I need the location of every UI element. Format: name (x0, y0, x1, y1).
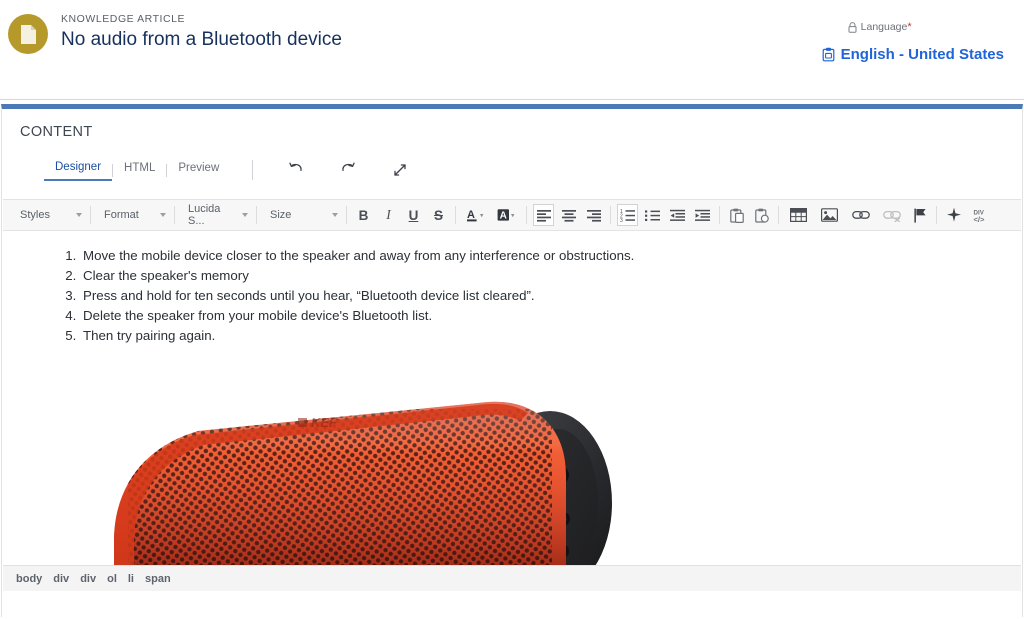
styles-select-label: Styles (20, 209, 50, 221)
styles-select[interactable]: Styles (11, 205, 86, 225)
clipboard-icon (822, 47, 835, 62)
font-family-select[interactable]: Lucida S... (179, 203, 252, 227)
toolbar-divider (719, 206, 720, 224)
list-item[interactable]: Then try pairing again. (80, 326, 1022, 346)
element-path-status-bar: body div div ol li span (3, 565, 1021, 591)
format-select[interactable]: Format (95, 205, 170, 225)
path-node-ol[interactable]: ol (107, 573, 117, 585)
insert-image-button[interactable] (816, 204, 843, 226)
path-node-li[interactable]: li (128, 573, 134, 585)
bulleted-list-button[interactable] (642, 204, 663, 226)
list-item[interactable]: Move the mobile device closer to the spe… (80, 246, 1022, 266)
lock-icon (848, 21, 857, 33)
format-select-label: Format (104, 209, 139, 221)
strikethrough-button[interactable]: S (428, 204, 449, 226)
list-item[interactable]: Press and hold for ten seconds until you… (80, 286, 1022, 306)
page-header: KNOWLEDGE ARTICLE No audio from a Blueto… (0, 0, 1024, 100)
remove-link-button (878, 204, 905, 226)
chevron-down-icon (242, 213, 248, 217)
language-label-text: Language (860, 21, 908, 33)
bold-button[interactable]: B (353, 204, 374, 226)
font-size-select-label: Size (270, 209, 292, 221)
path-node-body[interactable]: body (16, 573, 42, 585)
toolbar-divider (346, 206, 347, 224)
chevron-down-icon (160, 213, 166, 217)
toolbar-divider (936, 206, 937, 224)
toolbar-divider (526, 206, 527, 224)
language-value-text: English - United States (840, 46, 1004, 63)
toolbar-divider (455, 206, 456, 224)
align-center-button[interactable] (558, 204, 579, 226)
numbered-list-button[interactable]: 1 2 3 (617, 204, 638, 226)
list-item[interactable]: Delete the speaker from your mobile devi… (80, 306, 1022, 326)
tab-preview[interactable]: Preview (167, 161, 230, 180)
undo-icon[interactable] (279, 159, 313, 181)
paste-special-button[interactable] (751, 204, 772, 226)
align-left-button[interactable] (533, 204, 554, 226)
insert-table-button[interactable] (785, 204, 812, 226)
required-marker: * (907, 21, 912, 33)
language-field-label: Language * (822, 20, 1004, 34)
insert-link-button[interactable] (847, 204, 874, 226)
indent-button[interactable] (692, 204, 713, 226)
clean-formatting-icon[interactable] (943, 204, 964, 226)
toolbar-divider (90, 206, 91, 224)
italic-button[interactable]: I (378, 204, 399, 226)
list-item[interactable]: Clear the speaker's memory (80, 266, 1022, 286)
page-title: No audio from a Bluetooth device (61, 29, 342, 50)
svg-text:A: A (499, 210, 506, 221)
content-section-label: CONTENT (20, 124, 93, 140)
brand-text: KEF (311, 415, 338, 430)
bluetooth-speaker-image[interactable]: KEF (80, 391, 620, 591)
underline-button[interactable]: U (403, 204, 424, 226)
chevron-down-icon (76, 213, 82, 217)
svg-text:3: 3 (620, 218, 623, 222)
toolbar-divider (610, 206, 611, 224)
path-node-div-2[interactable]: div (80, 573, 96, 585)
path-node-div-1[interactable]: div (53, 573, 69, 585)
rich-text-toolbar: Styles Format Lucida S... Size B I U S A (3, 199, 1021, 231)
editor-mode-bar: Designer HTML Preview (2, 157, 1022, 183)
record-header: KNOWLEDGE ARTICLE No audio from a Blueto… (8, 12, 342, 54)
toolbar-divider (174, 206, 175, 224)
language-field: Language * English - United States (822, 20, 1004, 63)
font-family-select-label: Lucida S... (188, 203, 221, 227)
font-size-select[interactable]: Size (261, 205, 342, 225)
tab-html[interactable]: HTML (113, 161, 166, 180)
record-type-label: KNOWLEDGE ARTICLE (61, 13, 186, 25)
svg-text:A: A (467, 209, 475, 221)
anchor-button[interactable] (909, 204, 930, 226)
paste-button[interactable] (726, 204, 747, 226)
redo-icon[interactable] (331, 159, 365, 181)
content-section: CONTENT Designer HTML Preview Styles For… (1, 104, 1023, 617)
article-step-list: Move the mobile device closer to the spe… (2, 246, 1022, 346)
rich-text-editor-body[interactable]: Move the mobile device closer to the spe… (2, 231, 1022, 591)
background-color-button[interactable]: A (493, 204, 520, 226)
document-icon (8, 14, 48, 54)
chevron-down-icon (332, 213, 338, 217)
toolbar-divider (252, 160, 254, 180)
language-value-link[interactable]: English - United States (822, 46, 1004, 63)
toolbar-divider (778, 206, 779, 224)
svg-text:</>: </> (974, 215, 986, 223)
expand-icon[interactable] (383, 159, 417, 181)
toolbar-divider (256, 206, 257, 224)
outdent-button[interactable] (667, 204, 688, 226)
source-code-button[interactable]: DIV </> (968, 204, 995, 226)
path-node-span[interactable]: span (145, 573, 171, 585)
align-right-button[interactable] (583, 204, 604, 226)
speaker-body: KEF (114, 401, 566, 589)
text-color-button[interactable]: A (462, 204, 489, 226)
tab-designer[interactable]: Designer (44, 160, 113, 181)
